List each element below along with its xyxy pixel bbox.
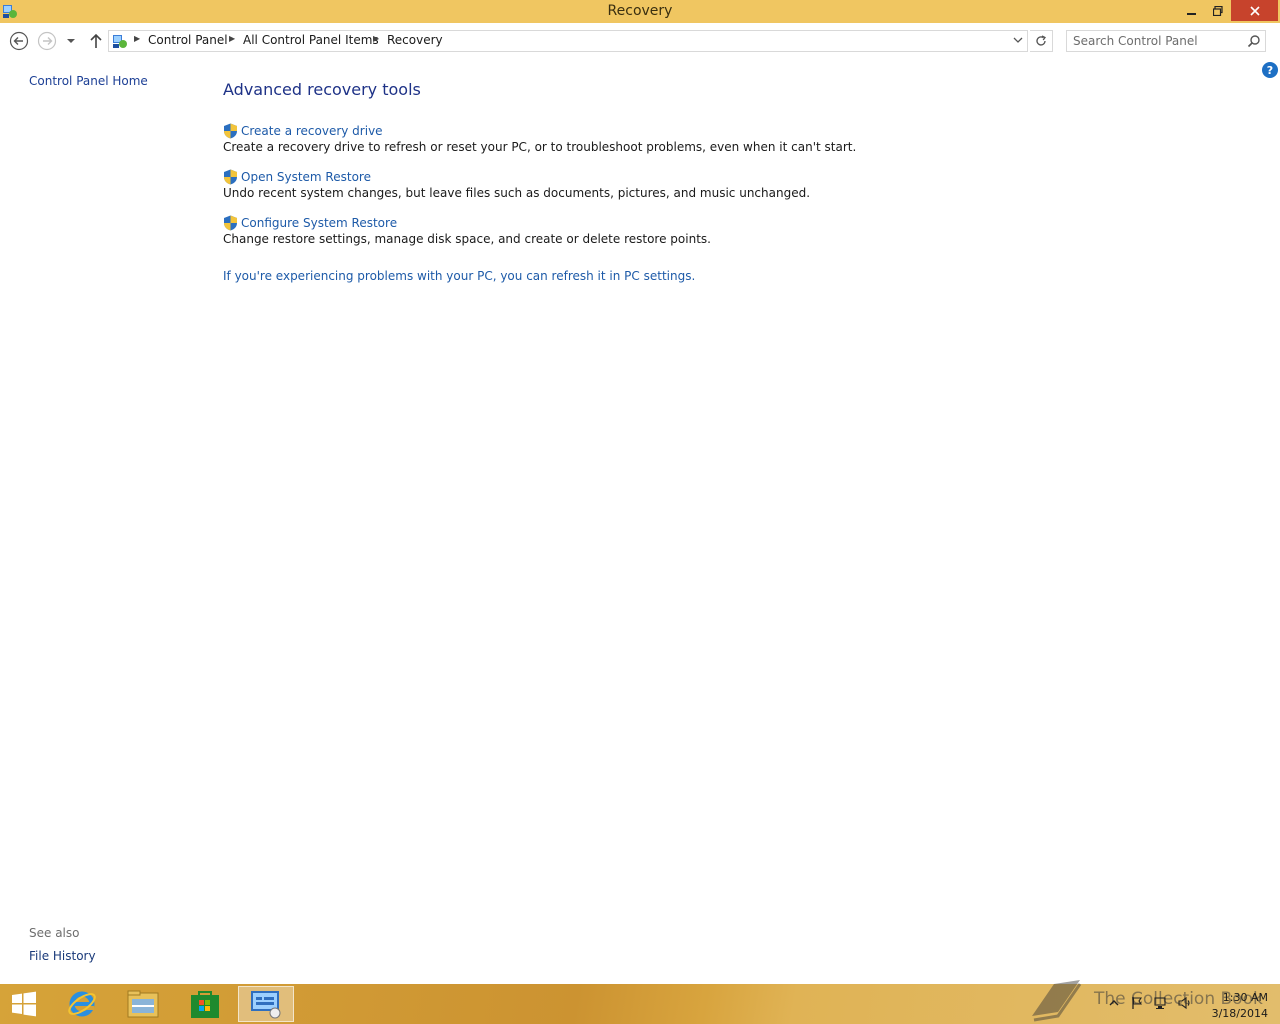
clock-time: 1:30 AM <box>1222 991 1268 1004</box>
minimize-icon <box>1187 12 1196 15</box>
refresh-icon <box>1036 35 1046 46</box>
breadcrumb-all-control-panel-items[interactable]: All Control Panel Items <box>243 33 379 47</box>
window-title: Recovery <box>607 3 673 19</box>
internet-explorer-icon <box>68 991 96 1017</box>
breadcrumb-recovery[interactable]: Recovery <box>387 33 443 47</box>
recent-locations-button[interactable] <box>63 31 79 51</box>
uac-shield-icon <box>224 215 237 231</box>
search-box[interactable] <box>1066 30 1266 52</box>
up-button[interactable] <box>86 31 106 51</box>
close-icon <box>1249 5 1260 16</box>
close-button[interactable] <box>1231 0 1278 21</box>
uac-shield-icon <box>224 123 237 139</box>
action-center-flag-icon[interactable] <box>1130 996 1144 1010</box>
control-panel-icon <box>251 991 281 1019</box>
restore-icon <box>1213 5 1223 16</box>
taskbar-store[interactable] <box>177 986 233 1022</box>
refresh-pc-settings-link[interactable]: If you're experiencing problems with you… <box>223 269 695 283</box>
back-button[interactable] <box>9 31 29 51</box>
control-panel-home-link[interactable]: Control Panel Home <box>29 74 148 88</box>
clock-date: 3/18/2014 <box>1211 1007 1268 1020</box>
search-input[interactable] <box>1073 33 1243 49</box>
uac-shield-icon <box>224 169 237 185</box>
open-system-restore-link[interactable]: Open System Restore <box>241 170 371 184</box>
create-recovery-drive-description: Create a recovery drive to refresh or re… <box>223 140 857 154</box>
breadcrumb-separator-icon[interactable]: ▶ <box>229 34 235 43</box>
store-icon <box>191 991 219 1018</box>
taskbar-internet-explorer[interactable] <box>54 986 110 1022</box>
search-icon[interactable] <box>1247 34 1261 48</box>
up-arrow-icon <box>90 33 102 48</box>
help-icon[interactable]: ? <box>1262 62 1278 78</box>
taskbar-file-explorer[interactable] <box>115 986 171 1022</box>
refresh-button[interactable] <box>1030 30 1053 52</box>
minimize-button[interactable] <box>1179 0 1205 21</box>
restore-button[interactable] <box>1205 0 1231 21</box>
chevron-down-icon <box>1013 37 1023 43</box>
create-recovery-drive-link[interactable]: Create a recovery drive <box>241 124 383 138</box>
start-button[interactable] <box>0 986 48 1022</box>
page-title: Advanced recovery tools <box>223 80 421 99</box>
network-icon[interactable] <box>1154 996 1168 1010</box>
control-panel-location-icon <box>113 35 127 48</box>
address-dropdown-button[interactable] <box>1013 36 1023 47</box>
breadcrumb-control-panel[interactable]: Control Panel <box>148 33 228 47</box>
configure-system-restore-link[interactable]: Configure System Restore <box>241 216 397 230</box>
system-clock[interactable]: 1:30 AM 3/18/2014 <box>1196 990 1268 1022</box>
start-icon <box>12 991 36 1017</box>
file-history-link[interactable]: File History <box>29 949 96 963</box>
file-explorer-icon <box>127 990 159 1018</box>
taskbar-control-panel[interactable] <box>238 986 294 1022</box>
open-system-restore-description: Undo recent system changes, but leave fi… <box>223 186 811 200</box>
back-arrow-icon <box>9 31 29 51</box>
see-also-label: See also <box>29 926 80 940</box>
show-hidden-icons-icon[interactable] <box>1107 996 1121 1010</box>
breadcrumb-separator-icon[interactable]: ▶ <box>373 34 379 43</box>
chevron-down-icon <box>67 39 75 43</box>
volume-icon[interactable] <box>1178 996 1192 1010</box>
breadcrumb-separator-icon[interactable]: ▶ <box>134 34 140 43</box>
forward-button[interactable] <box>37 31 57 51</box>
configure-system-restore-description: Change restore settings, manage disk spa… <box>223 232 711 246</box>
forward-arrow-icon <box>37 31 57 51</box>
